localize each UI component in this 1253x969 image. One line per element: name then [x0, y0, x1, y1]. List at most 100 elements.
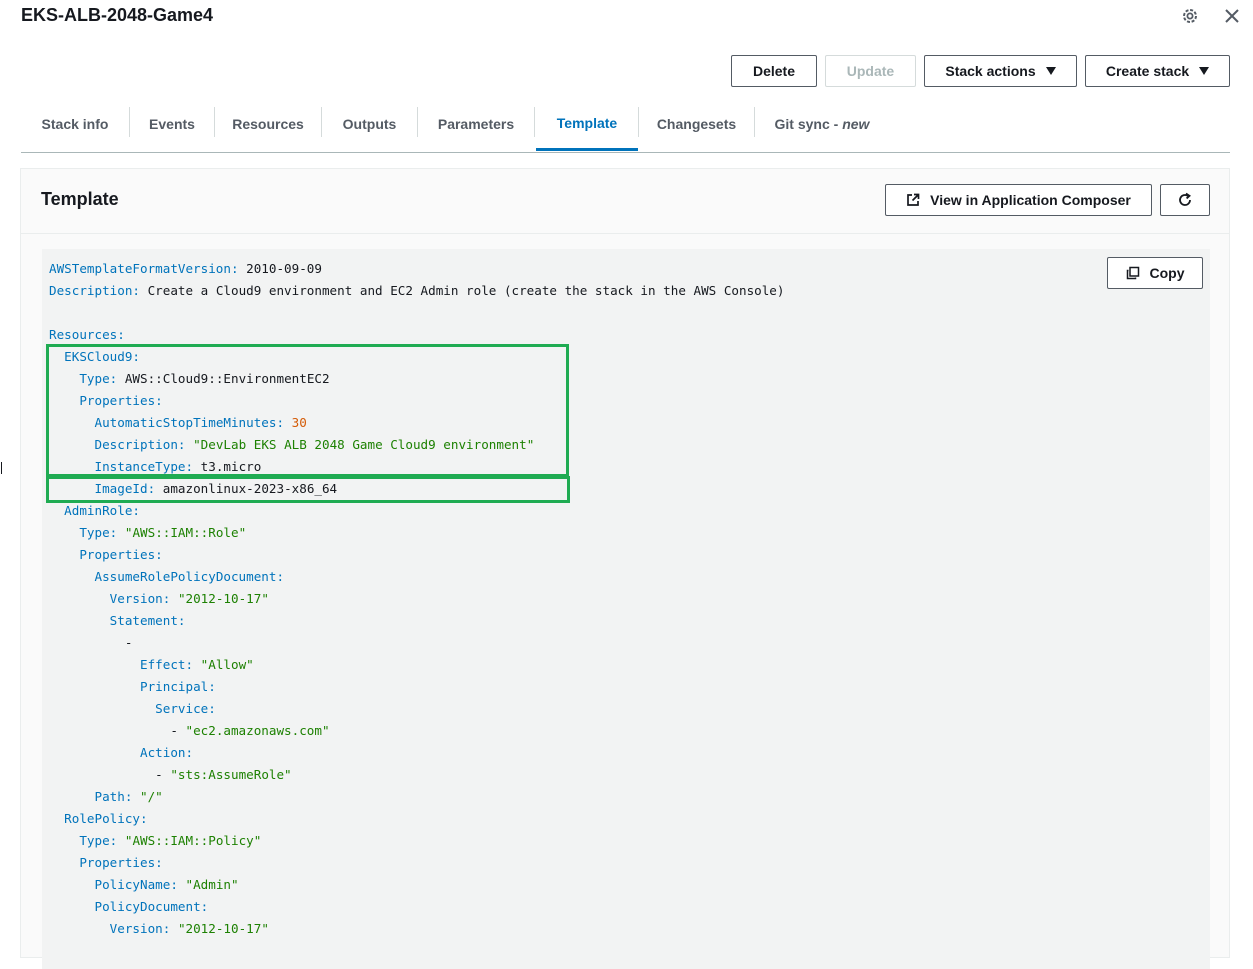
code-token: AdminRole:	[64, 503, 140, 518]
tab-template[interactable]: Template	[536, 98, 638, 151]
text-cursor-mark	[1, 462, 2, 474]
caret-down-icon	[1045, 67, 1056, 75]
code-line: Principal:	[49, 676, 784, 698]
code-token: 2010-09-09	[238, 261, 322, 276]
code-line: Statement:	[49, 610, 784, 632]
tab-divider	[534, 107, 535, 137]
code-line: Service:	[49, 698, 784, 720]
create-stack-dropdown[interactable]: Create stack	[1085, 55, 1230, 87]
code-line: Properties:	[49, 544, 784, 566]
code-token: Type:	[79, 525, 118, 540]
code-line: - "ec2.amazonaws.com"	[49, 720, 784, 742]
code-token: "2012-10-17"	[177, 591, 269, 606]
code-line: Resources:	[49, 324, 784, 346]
code-line: Description: Create a Cloud9 environment…	[49, 280, 784, 302]
code-token: Create a Cloud9 environment and EC2 Admi…	[140, 283, 785, 298]
copy-button[interactable]: Copy	[1107, 257, 1203, 289]
caret-down-icon	[1199, 67, 1210, 75]
code-line: Properties:	[49, 852, 784, 874]
code-token: Version:	[109, 921, 171, 936]
tab-label: Resources	[232, 116, 304, 132]
code-token: Service:	[155, 701, 216, 716]
tab-label: Events	[149, 116, 195, 132]
code-token: AssumeRolePolicyDocument:	[94, 569, 285, 584]
code-token: Principal:	[140, 679, 216, 694]
refresh-button[interactable]	[1160, 184, 1210, 216]
copy-icon	[1126, 266, 1139, 280]
tab-bar: Stack info Events Resources Outputs Para…	[21, 98, 1230, 153]
new-badge: new	[842, 116, 870, 132]
page-title: EKS-ALB-2048-Game4	[21, 5, 214, 25]
tab-label: Parameters	[437, 116, 515, 132]
tab-label: Outputs	[342, 116, 397, 132]
code-token: AWSTemplateFormatVersion:	[49, 261, 239, 276]
tab-stack-info[interactable]: Stack info	[21, 98, 129, 150]
code-token: "AWS::IAM::Policy"	[124, 833, 262, 848]
tab-changesets[interactable]: Changesets	[639, 98, 754, 150]
code-token: -	[49, 723, 186, 738]
code-token: Resources:	[49, 327, 125, 342]
close-icon[interactable]	[1221, 5, 1243, 27]
code-token: PolicyName:	[94, 877, 178, 892]
code-line: Type: "AWS::IAM::Policy"	[49, 830, 784, 852]
code-token: RolePolicy:	[64, 811, 148, 826]
code-line: AWSTemplateFormatVersion: 2010-09-09	[49, 258, 784, 280]
code-token: Properties:	[79, 855, 163, 870]
tab-label: Stack info	[41, 116, 109, 132]
tab-outputs[interactable]: Outputs	[322, 98, 417, 150]
code-line: AssumeRolePolicyDocument:	[49, 566, 784, 588]
refresh-icon	[1179, 192, 1191, 206]
code-token: Version:	[109, 591, 171, 606]
code-token: Path:	[94, 789, 133, 804]
code-line: Version: "2012-10-17"	[49, 918, 784, 940]
tab-resources[interactable]: Resources	[215, 98, 321, 150]
update-button[interactable]: Update	[825, 55, 916, 87]
update-button-label: Update	[846, 63, 895, 79]
create-stack-label: Create stack	[1105, 63, 1190, 79]
code-line: -	[49, 632, 784, 654]
highlight-eks-cloud9-block	[46, 344, 569, 477]
tab-events[interactable]: Events	[130, 98, 214, 150]
tab-parameters[interactable]: Parameters	[418, 98, 534, 150]
gear-icon[interactable]	[1179, 5, 1201, 27]
template-panel: Template View in Application Composer AW…	[20, 168, 1230, 969]
code-line: RolePolicy:	[49, 808, 784, 830]
code-token: "AWS::IAM::Role"	[124, 525, 247, 540]
code-token: "sts:AssumeRole"	[170, 767, 292, 782]
view-in-composer-button[interactable]: View in Application Composer	[885, 184, 1152, 216]
delete-button[interactable]: Delete	[731, 55, 817, 87]
panel-title: Template	[41, 189, 119, 209]
code-line: Path: "/"	[49, 786, 784, 808]
tab-git-sync[interactable]: Git sync - new	[755, 98, 889, 150]
code-line: Action:	[49, 742, 784, 764]
panel-header: Template View in Application Composer	[21, 169, 1229, 234]
code-token: -	[49, 767, 171, 782]
stack-actions-dropdown[interactable]: Stack actions	[924, 55, 1077, 87]
tab-label: Changesets	[656, 116, 737, 132]
code-token: -	[49, 635, 133, 650]
code-line: - "sts:AssumeRole"	[49, 764, 784, 786]
code-line: Effect: "Allow"	[49, 654, 784, 676]
code-token: "2012-10-17"	[177, 921, 269, 936]
stack-actions-label: Stack actions	[945, 63, 1036, 79]
tab-label: Git sync -	[774, 116, 843, 132]
code-token: "Admin"	[185, 877, 239, 892]
code-token: Description:	[49, 283, 140, 298]
